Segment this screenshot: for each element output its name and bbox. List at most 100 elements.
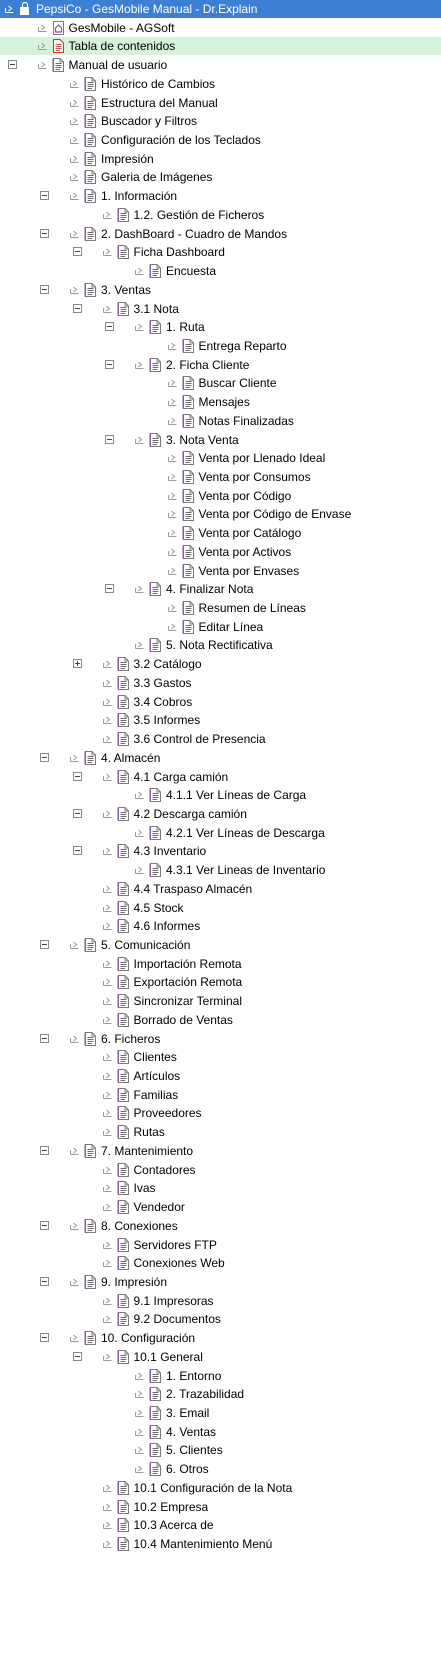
collapse-icon[interactable] (72, 247, 82, 257)
tree-item[interactable]: 4.5 Stock (0, 899, 441, 917)
tree-item[interactable]: 4.3.1 Ver Lineas de Inventario (0, 861, 441, 879)
collapse-icon[interactable] (72, 1351, 82, 1361)
collapse-icon[interactable] (40, 1333, 49, 1343)
tree-item[interactable]: Editar Línea (0, 618, 441, 636)
tree-item[interactable]: PepsiCo - GesMobile Manual - Dr.Explain (0, 0, 441, 18)
tree-item[interactable]: Galeria de Imágenes (0, 168, 441, 186)
collapse-icon[interactable] (40, 284, 49, 294)
tree-item[interactable]: 3.4 Cobros (0, 693, 441, 711)
tree-item[interactable]: 6. Ficheros (0, 1030, 441, 1048)
tree-item[interactable]: Histórico de Cambios (0, 75, 441, 93)
tree-item[interactable]: Ficha Dashboard (0, 243, 441, 261)
tree-item[interactable]: 2. Ficha Cliente (0, 356, 441, 374)
collapse-icon[interactable] (40, 228, 49, 238)
tree-item[interactable]: Rutas (0, 1123, 441, 1141)
tree-item[interactable]: 4.6 Informes (0, 917, 441, 935)
tree-item[interactable]: Estructura del Manual (0, 94, 441, 112)
collapse-icon[interactable] (105, 359, 114, 369)
tree-item[interactable]: Venta por Código de Envase (0, 505, 441, 523)
tree-item[interactable]: Venta por Llenado Ideal (0, 449, 441, 467)
tree-item[interactable]: 10.3 Acerca de (0, 1516, 441, 1534)
tree-item[interactable]: 3.3 Gastos (0, 674, 441, 692)
collapse-icon[interactable] (7, 60, 17, 70)
tree-item[interactable]: 4.1 Carga camión (0, 768, 441, 786)
collapse-icon[interactable] (40, 1276, 49, 1286)
tree-item[interactable]: Notas Finalizadas (0, 412, 441, 430)
tree-item[interactable]: Buscador y Filtros (0, 112, 441, 130)
tree-item[interactable]: 1. Ruta (0, 318, 441, 336)
expand-icon[interactable] (72, 659, 82, 669)
tree-item[interactable]: 3.6 Control de Presencia (0, 730, 441, 748)
collapse-icon[interactable] (40, 752, 49, 762)
tree-item[interactable]: 4.3 Inventario (0, 842, 441, 860)
tree-item[interactable]: 10. Configuración (0, 1329, 441, 1347)
tree-item[interactable]: 6. Otros (0, 1460, 441, 1478)
tree-item[interactable]: Vendedor (0, 1198, 441, 1216)
tree-item[interactable]: Proveedores (0, 1104, 441, 1122)
tree-item[interactable]: 10.4 Mantenimiento Menú (0, 1535, 441, 1553)
tree-item[interactable]: Tabla de contenidos (0, 37, 441, 56)
tree-item[interactable]: 2. DashBoard - Cuadro de Mandos (0, 225, 441, 243)
tree-item[interactable]: 3.1 Nota (0, 300, 441, 318)
tree-item[interactable]: Exportación Remota (0, 973, 441, 991)
tree-item[interactable]: 9.1 Impresoras (0, 1292, 441, 1310)
tree-item[interactable]: Venta por Consumos (0, 468, 441, 486)
tree-item[interactable]: 2. Trazabilidad (0, 1385, 441, 1403)
tree-item[interactable]: Venta por Código (0, 487, 441, 505)
collapse-icon[interactable] (105, 434, 114, 444)
tree-item[interactable]: Ivas (0, 1179, 441, 1197)
tree-item[interactable]: 5. Comunicación (0, 936, 441, 954)
collapse-icon[interactable] (40, 1220, 49, 1230)
collapse-icon[interactable] (72, 771, 82, 781)
tree-item[interactable]: Borrado de Ventas (0, 1011, 441, 1029)
tree-item[interactable]: Entrega Reparto (0, 337, 441, 355)
tree-item[interactable]: 4.1.1 Ver Líneas de Carga (0, 786, 441, 804)
tree-item[interactable]: Encuesta (0, 262, 441, 280)
tree-item[interactable]: Mensajes (0, 393, 441, 411)
tree-item[interactable]: Artículos (0, 1067, 441, 1085)
tree-item[interactable]: 10.2 Empresa (0, 1498, 441, 1516)
tree-item[interactable]: 1.2. Gestión de Ficheros (0, 206, 441, 224)
collapse-icon[interactable] (105, 322, 114, 332)
tree-item[interactable]: 3.5 Informes (0, 711, 441, 729)
tree-item[interactable]: Conexiones Web (0, 1254, 441, 1272)
collapse-icon[interactable] (105, 584, 114, 594)
tree-item[interactable]: Importación Remota (0, 955, 441, 973)
tree-item[interactable]: 3. Ventas (0, 281, 441, 299)
tree-item[interactable]: Venta por Catálogo (0, 524, 441, 542)
collapse-icon[interactable] (72, 846, 82, 856)
tree-item[interactable]: Familias (0, 1086, 441, 1104)
tree-item[interactable]: 1. Entorno (0, 1367, 441, 1385)
tree-item[interactable]: 10.1 General (0, 1348, 441, 1366)
tree-item[interactable]: Configuración de los Teclados (0, 131, 441, 149)
tree-item[interactable]: 4. Finalizar Nota (0, 580, 441, 598)
tree-item[interactable]: Venta por Envases (0, 562, 441, 580)
tree-item[interactable]: 3. Nota Venta (0, 431, 441, 449)
collapse-icon[interactable] (40, 940, 49, 949)
tree-item[interactable]: 10.1 Configuración de la Nota (0, 1479, 441, 1497)
tree-item[interactable]: 3.2 Catálogo (0, 655, 441, 673)
tree-item[interactable]: 8. Conexiones (0, 1217, 441, 1235)
tree-item[interactable]: 5. Nota Rectificativa (0, 636, 441, 654)
tree-item[interactable]: Manual de usuario (0, 56, 441, 74)
tree-item[interactable]: Clientes (0, 1048, 441, 1066)
tree-item[interactable]: 4.2.1 Ver Líneas de Descarga (0, 824, 441, 842)
tree-item[interactable]: Impresión (0, 150, 441, 168)
tree-item[interactable]: 4. Ventas (0, 1423, 441, 1441)
collapse-icon[interactable] (40, 191, 49, 201)
tree-item[interactable]: 4. Almacén (0, 749, 441, 767)
tree-item[interactable]: Sincronizar Terminal (0, 992, 441, 1010)
tree-item[interactable]: 5. Clientes (0, 1441, 441, 1459)
tree-item[interactable]: 3. Email (0, 1404, 441, 1422)
tree-item[interactable]: 9.2 Documentos (0, 1310, 441, 1328)
tree-item[interactable]: Contadores (0, 1161, 441, 1179)
tree-item[interactable]: 4.2 Descarga camión (0, 805, 441, 823)
collapse-icon[interactable] (72, 303, 82, 313)
tree-item[interactable]: Servidores FTP (0, 1236, 441, 1254)
tree-item[interactable]: 7. Mantenimiento (0, 1142, 441, 1160)
collapse-icon[interactable] (72, 808, 82, 818)
tree-item[interactable]: Resumen de Líneas (0, 599, 441, 617)
collapse-icon[interactable] (40, 1145, 49, 1155)
collapse-icon[interactable] (40, 1033, 49, 1043)
tree-item[interactable]: GesMobile - AGSoft (0, 19, 441, 37)
